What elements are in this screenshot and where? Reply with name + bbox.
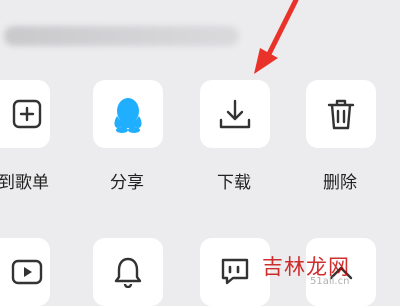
bell-icon [113, 256, 143, 288]
play-video-button[interactable] [0, 238, 50, 306]
trash-icon [326, 97, 356, 131]
red-arrow-annotation [254, 0, 299, 74]
delete-label: 删除 [323, 173, 357, 193]
comment-button[interactable] [200, 238, 270, 306]
play-icon [11, 259, 43, 285]
delete-button[interactable] [306, 80, 376, 148]
add-to-playlist-button[interactable] [0, 80, 50, 148]
download-button[interactable] [200, 80, 270, 148]
quote-icon [219, 257, 251, 287]
share-button[interactable] [93, 80, 163, 148]
download-icon [218, 98, 252, 130]
add-to-playlist-label: 到歌单 [0, 173, 49, 193]
song-title-blurred [4, 26, 239, 46]
watermark-subtext: 51ali.cn [310, 276, 350, 287]
ringtone-button[interactable] [93, 238, 163, 306]
share-label: 分享 [110, 173, 144, 193]
download-label: 下载 [217, 173, 251, 193]
qq-penguin-icon [111, 94, 145, 134]
add-square-icon [11, 98, 43, 130]
